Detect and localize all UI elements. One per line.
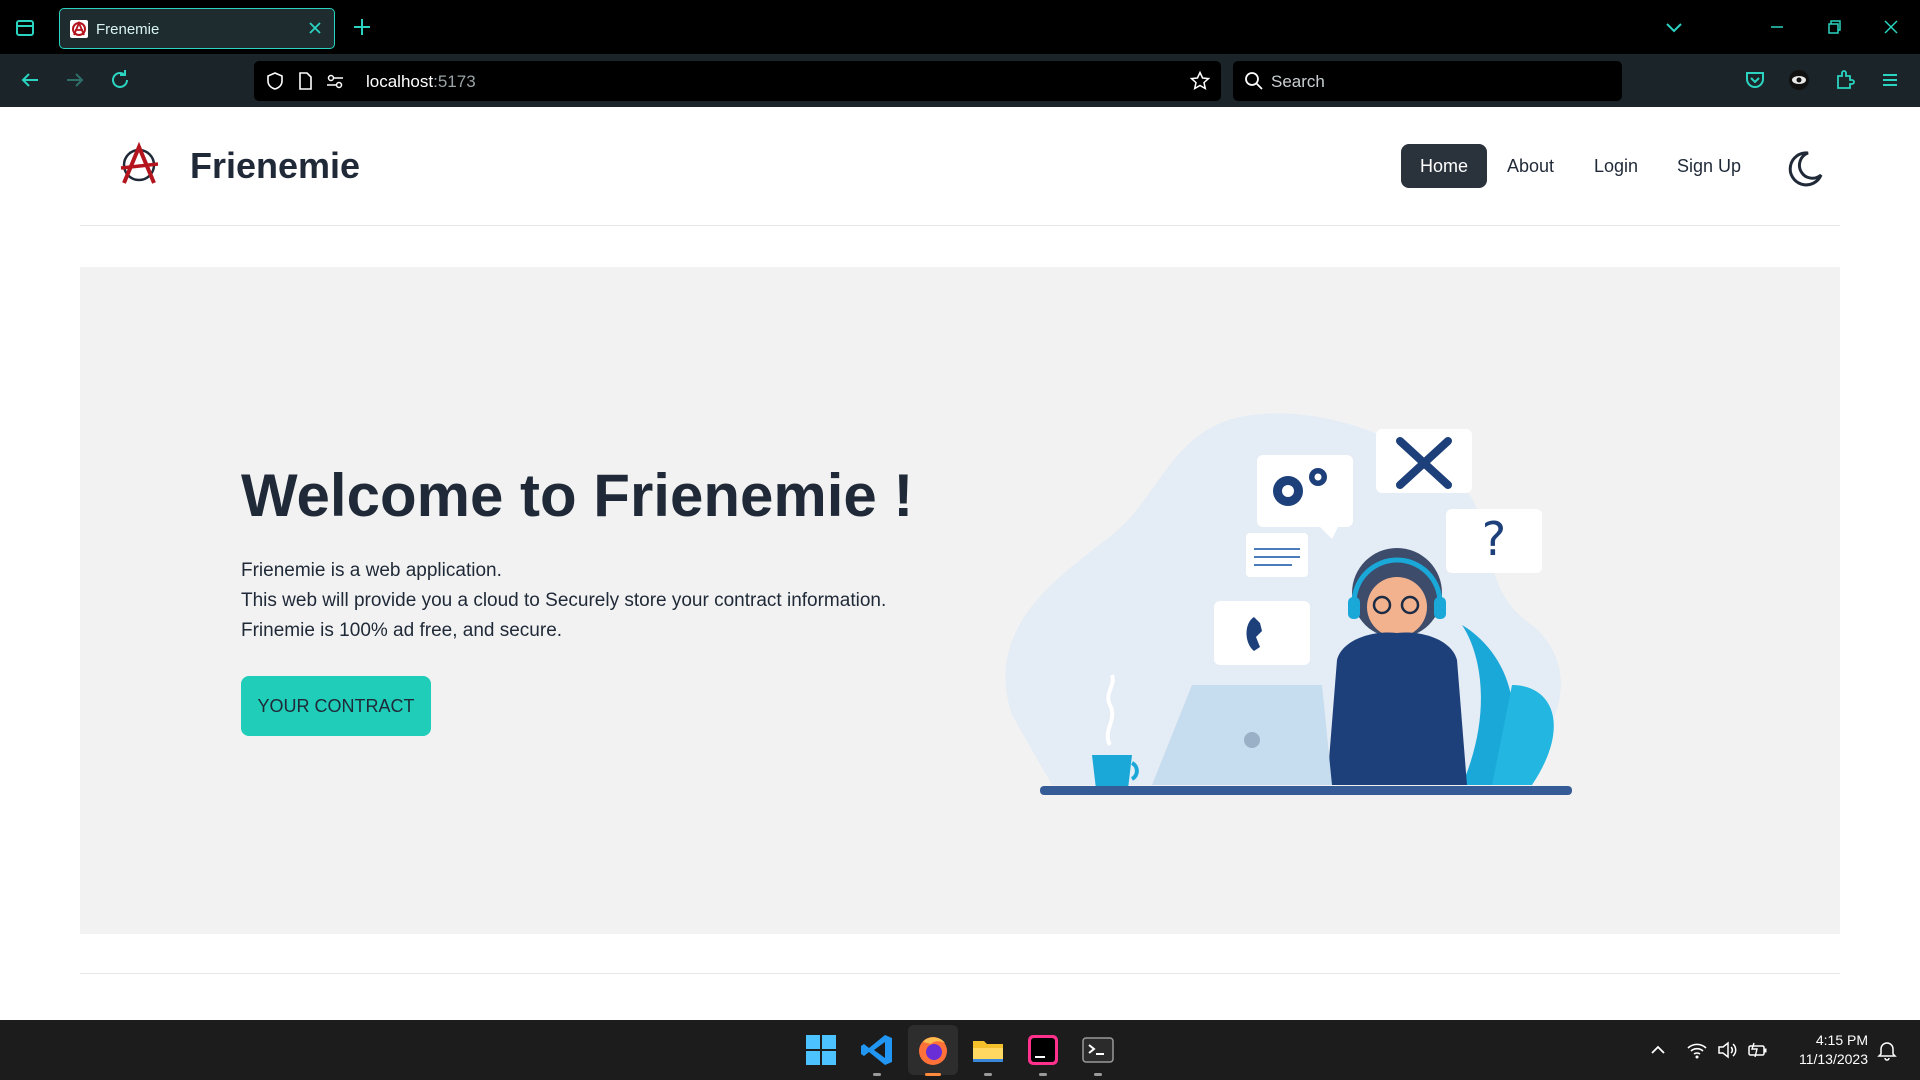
- pocket-icon[interactable]: [1742, 67, 1768, 93]
- shield-icon[interactable]: [264, 70, 286, 92]
- tab-frenemie[interactable]: Frenemie: [59, 8, 335, 49]
- back-icon[interactable]: [17, 67, 43, 93]
- clock-date: 11/13/2023: [1798, 1051, 1868, 1067]
- windows-start-icon[interactable]: [803, 1032, 839, 1068]
- vscode-running-indicator: [873, 1073, 881, 1076]
- site-permissions-icon[interactable]: [324, 70, 346, 92]
- anarchy-logo-icon[interactable]: [116, 141, 162, 187]
- browser-chrome: Frenemie localhost:5173 Search: [0, 0, 1920, 107]
- taskbar: 4:15 PM 11/13/2023: [0, 1020, 1920, 1080]
- forward-icon[interactable]: [62, 67, 88, 93]
- search-bar[interactable]: Search: [1233, 61, 1622, 101]
- tab-title: Frenemie: [96, 21, 160, 38]
- site-header: Frienemie Home About Login Sign Up: [80, 107, 1840, 226]
- nav-home[interactable]: Home: [1401, 144, 1488, 188]
- brand-name[interactable]: Frienemie: [190, 145, 360, 187]
- menu-icon[interactable]: [1877, 67, 1903, 93]
- web-page: Frienemie Home About Login Sign Up Welco…: [0, 107, 1920, 1020]
- your-contract-button[interactable]: YOUR CONTRACT: [241, 676, 431, 736]
- favicon-icon: [70, 20, 88, 38]
- page-icon[interactable]: [294, 70, 316, 92]
- file-explorer-icon[interactable]: [970, 1032, 1006, 1068]
- list-all-tabs-icon[interactable]: [1662, 15, 1686, 39]
- svg-text:?: ?: [1482, 512, 1506, 566]
- hero-section: Welcome to Frienemie ! Frienemie is a we…: [80, 267, 1840, 934]
- minimize-icon[interactable]: [1765, 15, 1789, 39]
- footer-divider: [80, 973, 1840, 974]
- bookmark-star-icon[interactable]: [1189, 70, 1211, 92]
- nav-about[interactable]: About: [1488, 144, 1573, 188]
- jetbrains-running-indicator: [1039, 1073, 1047, 1076]
- system-clock[interactable]: 4:15 PM 11/13/2023: [1778, 1031, 1868, 1069]
- tab-list-icon[interactable]: [12, 15, 38, 41]
- hero-title: Welcome to Frienemie !: [241, 462, 914, 529]
- support-agent-illustration: ?: [1005, 413, 1572, 795]
- hero-line: Frinemie is 100% ad free, and secure.: [241, 620, 563, 641]
- notification-bell-icon[interactable]: [1876, 1039, 1898, 1061]
- search-icon: [1245, 72, 1263, 90]
- search-input[interactable]: Search: [1271, 72, 1325, 92]
- firefox-active-indicator: [925, 1073, 941, 1076]
- new-tab-icon[interactable]: [350, 15, 374, 39]
- account-avatar-icon[interactable]: [1786, 67, 1812, 93]
- moon-icon[interactable]: [1785, 149, 1825, 189]
- url-text[interactable]: localhost:5173: [366, 72, 476, 92]
- close-tab-icon[interactable]: [306, 19, 324, 37]
- tab-bar: Frenemie: [0, 0, 1920, 54]
- navigation-toolbar: localhost:5173 Search: [0, 54, 1920, 107]
- extensions-icon[interactable]: [1832, 67, 1858, 93]
- hero-description: Frienemie is a web application. This web…: [241, 556, 886, 646]
- clock-time: 4:15 PM: [1815, 1032, 1868, 1048]
- wifi-icon[interactable]: [1686, 1039, 1708, 1061]
- terminal-running-indicator: [1094, 1073, 1102, 1076]
- url-host: localhost: [366, 72, 434, 91]
- address-bar[interactable]: localhost:5173: [254, 61, 1221, 101]
- firefox-icon[interactable]: [915, 1032, 951, 1068]
- close-window-icon[interactable]: [1879, 15, 1903, 39]
- reload-icon[interactable]: [107, 67, 133, 93]
- url-port: :5173: [433, 72, 476, 91]
- battery-icon[interactable]: [1746, 1039, 1768, 1061]
- jetbrains-icon[interactable]: [1025, 1032, 1061, 1068]
- hero-line: Frienemie is a web application.: [241, 560, 502, 581]
- terminal-icon[interactable]: [1080, 1032, 1116, 1068]
- hero-line: This web will provide you a cloud to Sec…: [241, 590, 887, 611]
- nav-login[interactable]: Login: [1575, 144, 1657, 188]
- volume-icon[interactable]: [1716, 1039, 1738, 1061]
- chevron-up-icon[interactable]: [1647, 1039, 1669, 1061]
- explorer-running-indicator: [984, 1073, 992, 1076]
- restore-icon[interactable]: [1822, 15, 1846, 39]
- nav-sign-up[interactable]: Sign Up: [1658, 144, 1760, 188]
- vscode-icon[interactable]: [859, 1032, 895, 1068]
